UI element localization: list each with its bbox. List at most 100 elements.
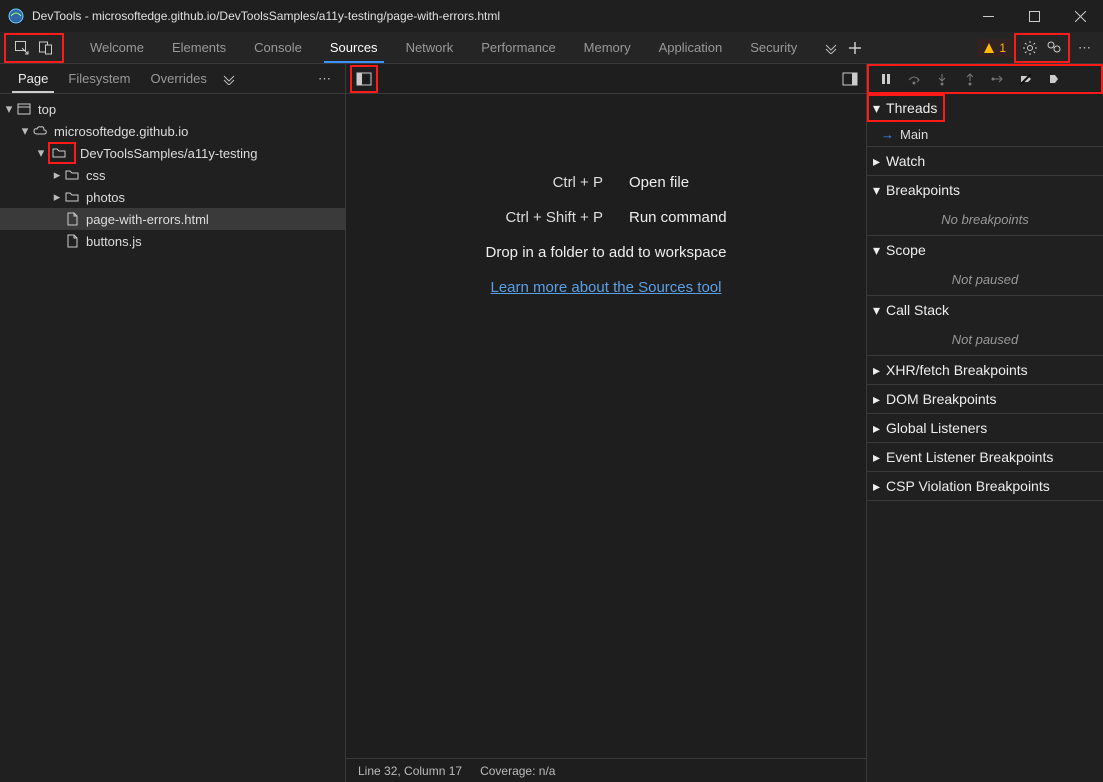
learn-more-link[interactable]: Learn more about the Sources tool xyxy=(491,279,722,296)
chevron-right-icon: ▸ xyxy=(873,478,880,495)
scope-not-paused: Not paused xyxy=(867,264,1103,295)
tab-sources[interactable]: Sources xyxy=(316,32,392,63)
tree-top-label: top xyxy=(38,102,56,117)
scope-label: Scope xyxy=(886,242,926,258)
tab-console[interactable]: Console xyxy=(240,32,316,63)
chevron-right-icon: ▸ xyxy=(873,153,880,170)
status-bar: Line 32, Column 17 Coverage: n/a xyxy=(346,758,866,782)
section-breakpoints-header[interactable]: ▾ Breakpoints xyxy=(867,176,1103,204)
thread-main-label: Main xyxy=(900,127,928,142)
window-controls xyxy=(965,0,1103,32)
step-out-icon[interactable] xyxy=(957,67,983,91)
debugger-pane: ▾ Threads → Main ▸ Watch ▾ Breakpoints N… xyxy=(866,64,1103,782)
shortcut-run-label: Run command xyxy=(629,209,789,226)
section-event: ▸ Event Listener Breakpoints xyxy=(867,443,1103,472)
tab-memory[interactable]: Memory xyxy=(570,32,645,63)
no-breakpoints-text: No breakpoints xyxy=(867,204,1103,235)
thread-main[interactable]: → Main xyxy=(867,122,1103,146)
section-global-header[interactable]: ▸ Global Listeners xyxy=(867,414,1103,442)
folder-icon xyxy=(51,145,67,161)
more-navigator-tabs-icon[interactable] xyxy=(217,67,241,91)
csp-label: CSP Violation Breakpoints xyxy=(886,478,1050,494)
tree-folder-css[interactable]: ▸ css xyxy=(0,164,345,186)
shortcut-open-label: Open file xyxy=(629,174,789,191)
tree-file-js[interactable]: buttons.js xyxy=(0,230,345,252)
xhr-label: XHR/fetch Breakpoints xyxy=(886,362,1028,378)
step-into-icon[interactable] xyxy=(929,67,955,91)
warning-badge[interactable]: 1 xyxy=(977,39,1012,57)
more-tabs-icon[interactable] xyxy=(819,36,843,60)
tab-overrides[interactable]: Overrides xyxy=(141,64,217,93)
section-event-header[interactable]: ▸ Event Listener Breakpoints xyxy=(867,443,1103,471)
hide-navigator-icon[interactable] xyxy=(352,67,376,91)
tab-elements[interactable]: Elements xyxy=(158,32,240,63)
tree-folder-photos[interactable]: ▸ photos xyxy=(0,186,345,208)
current-thread-icon: → xyxy=(881,127,894,142)
tab-performance[interactable]: Performance xyxy=(467,32,569,63)
threads-label: Threads xyxy=(886,100,937,116)
tab-application[interactable]: Application xyxy=(645,32,737,63)
chevron-down-icon: ▾ xyxy=(873,242,880,259)
tree-domain-label: microsoftedge.github.io xyxy=(54,124,188,139)
chevron-right-icon: ▸ xyxy=(873,449,880,466)
add-tab-icon[interactable] xyxy=(843,36,867,60)
debug-toolbar xyxy=(867,64,1103,94)
chevron-down-icon: ▾ xyxy=(18,123,32,139)
navigator-menu-icon[interactable]: ⋯ xyxy=(312,71,337,87)
section-watch: ▸ Watch xyxy=(867,147,1103,176)
pause-icon[interactable] xyxy=(873,67,899,91)
section-xhr-header[interactable]: ▸ XHR/fetch Breakpoints xyxy=(867,356,1103,384)
chevron-right-icon: ▸ xyxy=(873,420,880,437)
callstack-label: Call Stack xyxy=(886,302,949,318)
section-scope-header[interactable]: ▾ Scope xyxy=(867,236,1103,264)
chevron-down-icon: ▾ xyxy=(873,182,880,199)
hide-debugger-icon[interactable] xyxy=(838,67,862,91)
file-icon xyxy=(64,211,80,227)
cloud-icon xyxy=(32,123,48,139)
tree-file-label: buttons.js xyxy=(86,234,142,249)
section-dom-header[interactable]: ▸ DOM Breakpoints xyxy=(867,385,1103,413)
minimize-button[interactable] xyxy=(965,0,1011,32)
section-csp-header[interactable]: ▸ CSP Violation Breakpoints xyxy=(867,472,1103,500)
navigator-pane: Page Filesystem Overrides ⋯ ▾ top ▾ micr… xyxy=(0,64,346,782)
section-dom: ▸ DOM Breakpoints xyxy=(867,385,1103,414)
dom-label: DOM Breakpoints xyxy=(886,391,996,407)
editor-placeholder: Ctrl + P Open file Ctrl + Shift + P Run … xyxy=(346,94,866,758)
inspect-tools-group xyxy=(4,33,64,63)
tab-filesystem[interactable]: Filesystem xyxy=(58,64,140,93)
section-callstack-header[interactable]: ▾ Call Stack xyxy=(867,296,1103,324)
section-watch-header[interactable]: ▸ Watch xyxy=(867,147,1103,175)
deactivate-breakpoints-icon[interactable] xyxy=(1013,67,1039,91)
chevron-down-icon: ▾ xyxy=(873,302,880,319)
tree-domain[interactable]: ▾ microsoftedge.github.io xyxy=(0,120,345,142)
tree-file-label: page-with-errors.html xyxy=(86,212,209,227)
section-callstack: ▾ Call Stack Not paused xyxy=(867,296,1103,356)
device-emulation-icon[interactable] xyxy=(34,36,58,60)
inspect-element-icon[interactable] xyxy=(10,36,34,60)
close-button[interactable] xyxy=(1057,0,1103,32)
settings-icon[interactable] xyxy=(1018,36,1042,60)
step-over-icon[interactable] xyxy=(901,67,927,91)
titlebar: DevTools - microsoftedge.github.io/DevTo… xyxy=(0,0,1103,32)
tree-top[interactable]: ▾ top xyxy=(0,98,345,120)
watch-label: Watch xyxy=(886,153,925,169)
chevron-right-icon: ▸ xyxy=(873,391,880,408)
folder-icon xyxy=(64,167,80,183)
chevron-down-icon: ▾ xyxy=(873,100,880,117)
folder-icon xyxy=(64,189,80,205)
tab-welcome[interactable]: Welcome xyxy=(76,32,158,63)
tab-page[interactable]: Page xyxy=(8,64,58,93)
pause-exceptions-icon[interactable] xyxy=(1041,67,1067,91)
feedback-icon[interactable] xyxy=(1042,36,1066,60)
tree-path[interactable]: ▾ DevToolsSamples/a11y-testing xyxy=(0,142,345,164)
step-icon[interactable] xyxy=(985,67,1011,91)
tab-network[interactable]: Network xyxy=(392,32,468,63)
section-threads-header[interactable]: ▾ Threads xyxy=(867,94,945,122)
tab-security[interactable]: Security xyxy=(736,32,811,63)
chevron-right-icon: ▸ xyxy=(873,362,880,379)
main-menu-icon[interactable]: ⋯ xyxy=(1072,40,1097,56)
section-xhr: ▸ XHR/fetch Breakpoints xyxy=(867,356,1103,385)
main-tabs: Welcome Elements Console Sources Network… xyxy=(76,32,811,63)
tree-file-html[interactable]: page-with-errors.html xyxy=(0,208,345,230)
maximize-button[interactable] xyxy=(1011,0,1057,32)
